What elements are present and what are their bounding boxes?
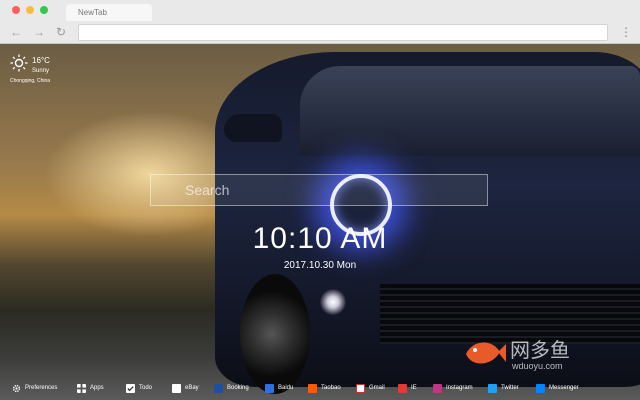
sun-icon xyxy=(10,54,28,72)
shortcut-label: Taobao xyxy=(321,385,341,391)
shortcut-label: eBay xyxy=(185,385,199,391)
shortcut-booking[interactable]: Booking xyxy=(214,376,249,400)
search-box[interactable] xyxy=(150,174,488,206)
preferences-label: Preferences xyxy=(25,385,58,391)
shortcut-label: Instagram xyxy=(446,385,473,391)
instagram-icon xyxy=(433,383,442,393)
car-foglight xyxy=(320,289,346,315)
ebay-icon xyxy=(172,383,181,393)
tab-title: NewTab xyxy=(78,8,107,17)
clock-time: 10:10 AM xyxy=(252,222,388,255)
weather-temperature: 16°C xyxy=(32,56,50,65)
minimize-window-button[interactable] xyxy=(26,6,34,14)
car-mirror xyxy=(224,114,282,142)
todo-button[interactable]: Todo xyxy=(126,376,152,400)
shortcut-baidu[interactable]: Baidu xyxy=(265,376,293,400)
grid-icon xyxy=(77,383,86,393)
fish-logo xyxy=(466,342,506,364)
window-controls xyxy=(12,6,48,14)
arrow-left-icon[interactable]: ← xyxy=(10,24,22,40)
apps-button[interactable]: Apps xyxy=(77,376,104,400)
address-bar[interactable] xyxy=(78,24,608,41)
shortcut-label: Booking xyxy=(227,385,249,391)
apps-label: Apps xyxy=(90,385,104,391)
bottom-bar: Preferences Apps Todo eBay Booking Baidu… xyxy=(0,376,640,400)
shortcut-taobao[interactable]: Taobao xyxy=(308,376,341,400)
browser-tab[interactable]: NewTab xyxy=(66,4,152,21)
shortcut-label: Twitter xyxy=(501,385,519,391)
maximize-window-button[interactable] xyxy=(40,6,48,14)
checkbox-icon xyxy=(126,383,135,393)
clock-date: 2017.10.30 Mon xyxy=(283,260,357,271)
browser-toolbar: NewTab ← → ↻ ⋮ xyxy=(0,0,640,44)
taobao-icon xyxy=(308,383,317,393)
gmail-icon xyxy=(356,383,365,393)
search-input[interactable] xyxy=(151,175,487,205)
shortcut-messenger[interactable]: Messenger xyxy=(536,376,579,400)
arrow-right-icon[interactable]: → xyxy=(33,24,45,40)
close-window-button[interactable] xyxy=(12,6,20,14)
newtab-background: 16°C Sunny Chongqing, China 10:10 AM 201… xyxy=(0,44,640,400)
todo-label: Todo xyxy=(139,385,153,391)
shortcut-label: Gmail xyxy=(369,385,385,391)
watermark-url: wduoyu.com xyxy=(512,361,563,371)
shortcut-instagram[interactable]: Instagram xyxy=(433,376,473,400)
reload-icon[interactable]: ↻ xyxy=(56,24,66,40)
gear-icon xyxy=(12,384,21,392)
booking-icon xyxy=(214,383,223,393)
shortcut-gmail[interactable]: Gmail xyxy=(356,376,385,400)
weather-location: Chongqing, China xyxy=(10,78,51,84)
car-windshield xyxy=(300,66,640,156)
shortcut-ebay[interactable]: eBay xyxy=(172,376,199,400)
weather-condition: Sunny xyxy=(32,68,50,74)
shortcut-label: IE xyxy=(411,385,417,391)
shortcut-label: Messenger xyxy=(549,385,579,391)
watermark-text: 网多鱼 xyxy=(510,340,570,362)
preferences-button[interactable]: Preferences xyxy=(12,376,57,400)
watermark: 网多鱼 wduoyu.com xyxy=(462,332,598,378)
messenger-icon xyxy=(536,383,545,393)
twitter-icon xyxy=(488,383,497,393)
baidu-icon xyxy=(265,383,274,393)
shortcut-twitter[interactable]: Twitter xyxy=(488,376,519,400)
kebab-menu-icon[interactable]: ⋮ xyxy=(620,24,632,40)
ie-icon xyxy=(398,383,407,393)
shortcut-ie[interactable]: IE xyxy=(398,376,417,400)
shortcut-label: Baidu xyxy=(278,385,294,391)
